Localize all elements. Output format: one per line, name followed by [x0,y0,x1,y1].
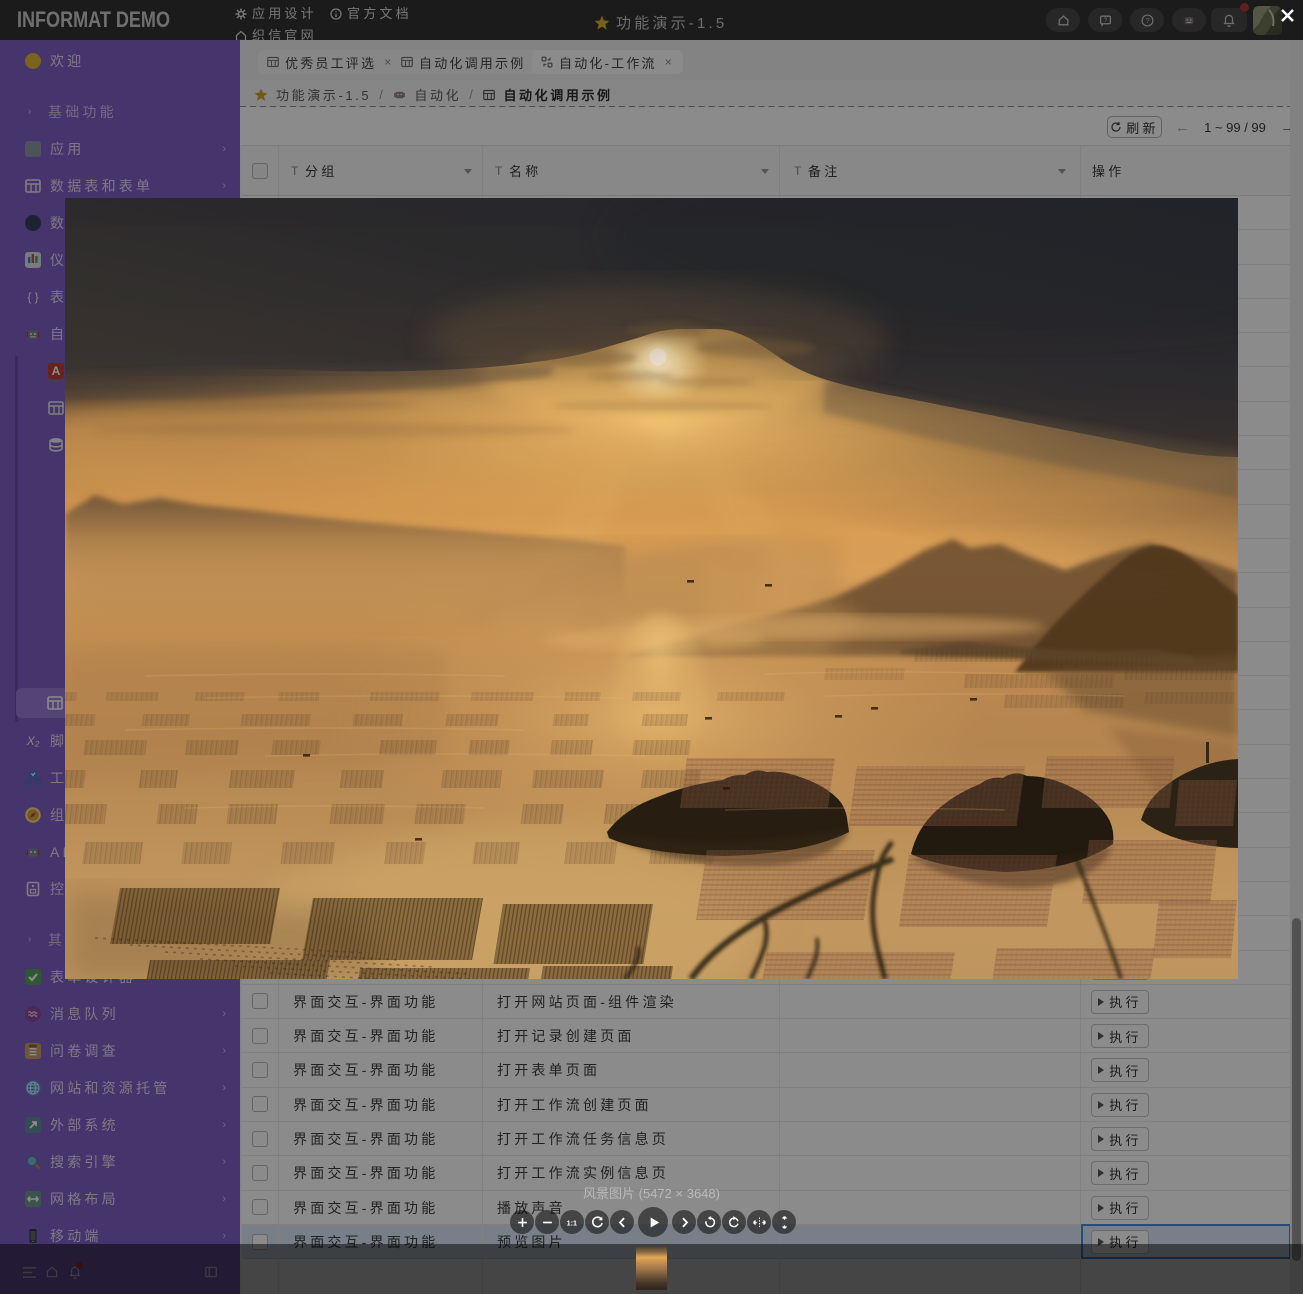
svg-text:1:1: 1:1 [566,1219,576,1227]
